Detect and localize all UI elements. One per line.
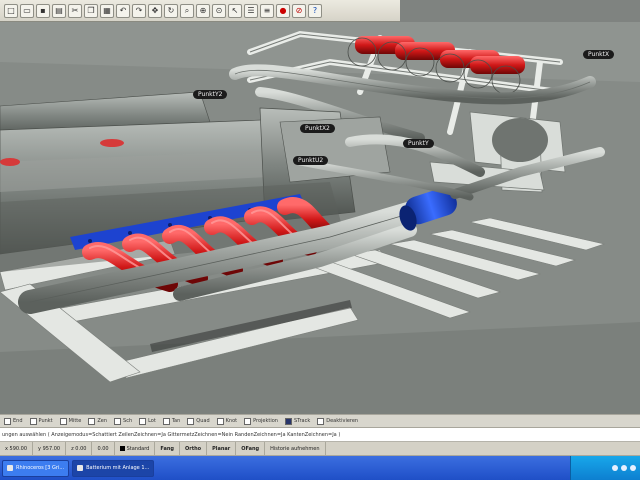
checkbox-icon[interactable]	[139, 417, 147, 425]
copy-icon[interactable]: ❐	[84, 3, 98, 18]
taskbar: Rhinoceros [3 Gri... Batterium mit Anlag…	[0, 456, 640, 480]
planar-toggle[interactable]: Planar	[207, 442, 237, 455]
layers-icon[interactable]: ≡	[260, 3, 274, 18]
paste-icon[interactable]: ▦	[100, 3, 114, 18]
checkbox-checked-icon[interactable]	[284, 417, 292, 425]
label-punkt-y: PunktY	[403, 139, 434, 148]
zoom-extents-icon[interactable]: ⊕	[196, 3, 210, 18]
volume-icon[interactable]	[621, 465, 627, 471]
help-icon[interactable]: ?	[308, 3, 322, 18]
ortho-toggle[interactable]: Ortho	[180, 442, 208, 455]
app-icon	[7, 465, 13, 471]
osnap-deaktivieren[interactable]: Deaktivieren	[317, 417, 358, 425]
pan-icon[interactable]: ✥	[148, 3, 162, 18]
layer-selector[interactable]: Standard	[115, 442, 156, 455]
coord-extra: 0.00	[92, 442, 115, 455]
new-icon[interactable]: □	[4, 3, 18, 18]
history-toggle[interactable]: Historie aufnehmen	[265, 442, 326, 455]
label-punkt-x: PunktX	[583, 50, 615, 59]
label-punkt-y2: PunktY2	[193, 90, 228, 99]
osnap-end[interactable]: End	[4, 417, 23, 425]
perspective-viewport[interactable]: PunktY2 PunktX2 PunktU2 PunktY PunktX	[0, 22, 640, 414]
osnap-zen[interactable]: Zen	[88, 417, 107, 425]
status-bar: x 590.00 y 957.00 z 0.00 0.00 Standard F…	[0, 442, 640, 456]
properties-icon[interactable]: ☰	[244, 3, 258, 18]
document-icon	[77, 465, 84, 471]
checkbox-icon[interactable]	[114, 417, 122, 425]
select-icon[interactable]: ↖	[228, 3, 242, 18]
layer-color-swatch	[119, 446, 125, 451]
taskbar-item-rhino[interactable]: Rhinoceros [3 Gri...	[2, 459, 70, 477]
print-icon[interactable]: ▤	[52, 3, 66, 18]
checkbox-icon[interactable]	[88, 417, 96, 425]
osnap-tan[interactable]: Tan	[162, 417, 180, 425]
checkbox-icon[interactable]	[317, 417, 325, 425]
osnap-mitte[interactable]: Mitte	[59, 417, 81, 425]
osnap-sch[interactable]: Sch	[114, 417, 132, 425]
taskbar-item-document[interactable]: Batterium mit Anlage 1...	[72, 459, 155, 477]
label-punkt-u2: PunktU2	[293, 156, 329, 165]
osnap-punkt[interactable]: Punkt	[29, 417, 53, 425]
coord-z: z 0.00	[66, 442, 93, 455]
osnap-lot[interactable]: Lot	[139, 417, 156, 425]
save-icon[interactable]: ▪	[36, 3, 50, 18]
osnap-quad[interactable]: Quad	[187, 417, 210, 425]
zoom-window-icon[interactable]: ⌕	[180, 3, 194, 18]
network-icon[interactable]	[612, 465, 618, 471]
zoom-selected-icon[interactable]: ⊙	[212, 3, 226, 18]
checkbox-icon[interactable]	[59, 417, 67, 425]
osnap-knot[interactable]: Knot	[216, 417, 237, 425]
engine-model-render	[0, 22, 640, 414]
coord-y: y 957.00	[33, 442, 67, 455]
osnap-strack[interactable]: STrack	[284, 417, 310, 425]
checkbox-icon[interactable]	[244, 417, 252, 425]
checkbox-icon[interactable]	[29, 417, 37, 425]
cut-icon[interactable]: ✂	[68, 3, 82, 18]
command-line[interactable]: ungen auswählen ( Anzeigemodus=Schattier…	[0, 428, 640, 442]
fang-toggle[interactable]: Fang	[155, 442, 180, 455]
stop-icon[interactable]: ⊘	[292, 3, 306, 18]
main-toolbar: □ ▭ ▪ ▤ ✂ ❐ ▦ ↶ ↷ ✥ ↻ ⌕ ⊕ ⊙ ↖ ☰ ≡ ● ⊘ ?	[0, 0, 400, 22]
open-icon[interactable]: ▭	[20, 3, 34, 18]
security-icon[interactable]	[630, 465, 636, 471]
checkbox-icon[interactable]	[187, 417, 195, 425]
checkbox-icon[interactable]	[4, 417, 11, 425]
redo-icon[interactable]: ↷	[132, 3, 146, 18]
undo-icon[interactable]: ↶	[116, 3, 130, 18]
label-punkt-x2: PunktX2	[300, 124, 335, 133]
coord-x: x 590.00	[0, 442, 34, 455]
ofang-toggle[interactable]: OFang	[236, 442, 266, 455]
rotate-icon[interactable]: ↻	[164, 3, 178, 18]
osnap-bar: End Punkt Mitte Zen Sch Lot Tan Quad Kno…	[0, 414, 640, 428]
rhino-screen: □ ▭ ▪ ▤ ✂ ❐ ▦ ↶ ↷ ✥ ↻ ⌕ ⊕ ⊙ ↖ ☰ ≡ ● ⊘ ?	[0, 0, 640, 480]
osnap-projektion[interactable]: Projektion	[244, 417, 278, 425]
render-icon[interactable]: ●	[276, 3, 290, 18]
checkbox-icon[interactable]	[162, 417, 170, 425]
checkbox-icon[interactable]	[216, 417, 224, 425]
system-tray	[570, 456, 640, 480]
